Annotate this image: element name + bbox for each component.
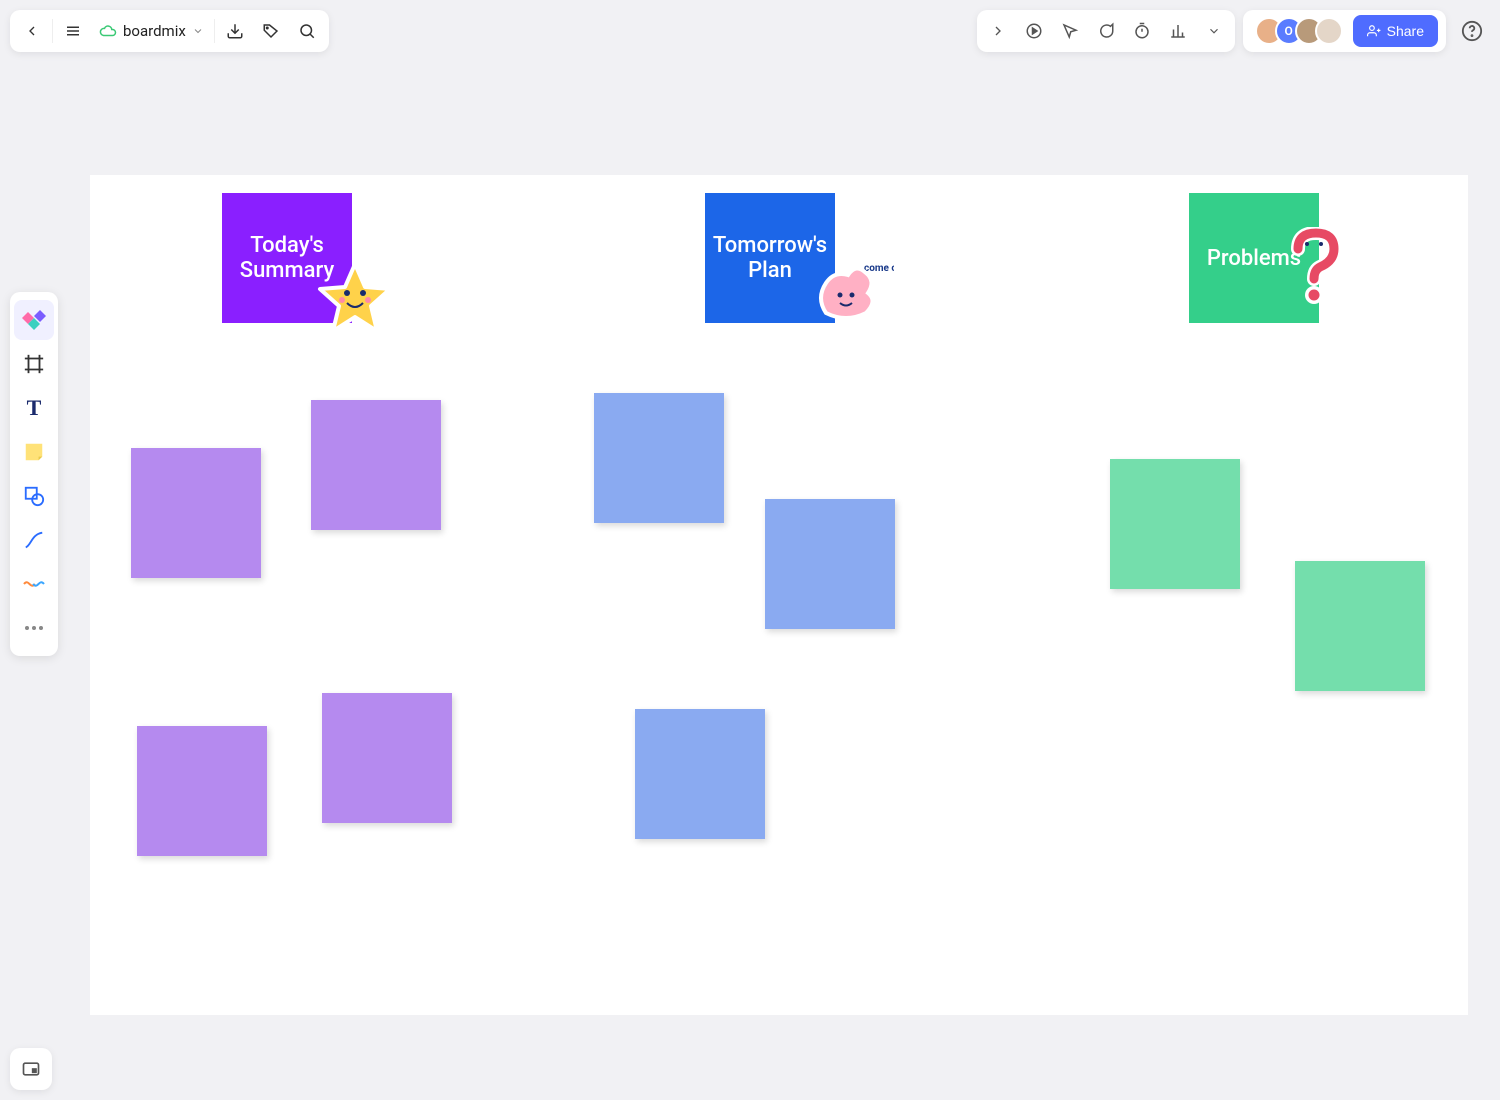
frame-tool[interactable]: [14, 344, 54, 384]
comment-button[interactable]: [1091, 16, 1121, 46]
more-tools[interactable]: [14, 608, 54, 648]
tag-button[interactable]: [253, 13, 289, 49]
question-sticker[interactable]: [1286, 227, 1346, 311]
text-tool[interactable]: T: [14, 388, 54, 428]
brand-dropdown[interactable]: boardmix: [91, 13, 212, 49]
download-button[interactable]: [217, 13, 253, 49]
connector-tool[interactable]: [14, 564, 54, 604]
help-button[interactable]: [1454, 13, 1490, 49]
ai-tool[interactable]: [14, 300, 54, 340]
view-tools-group: [977, 10, 1235, 52]
sticker-text: come on: [864, 263, 894, 274]
share-button[interactable]: Share: [1353, 15, 1438, 47]
sticky-note[interactable]: [635, 709, 765, 839]
top-left-toolbar: boardmix: [10, 10, 329, 52]
chevron-down-icon: [192, 22, 204, 41]
sticky-note-tool[interactable]: [14, 432, 54, 472]
sticky-note[interactable]: [311, 400, 441, 530]
search-button[interactable]: [289, 13, 325, 49]
more-tools-button[interactable]: [1199, 16, 1229, 46]
sticky-note[interactable]: [137, 726, 267, 856]
separator: [52, 19, 53, 43]
expand-panel-button[interactable]: [983, 16, 1013, 46]
back-button[interactable]: [14, 13, 50, 49]
sticky-note[interactable]: [594, 393, 724, 523]
pointer-button[interactable]: [1055, 16, 1085, 46]
sticky-note[interactable]: [1295, 561, 1425, 691]
line-tool[interactable]: [14, 520, 54, 560]
canvas[interactable]: Today's Summary Tomorrow's Plan Problems…: [90, 175, 1468, 1015]
sticky-note[interactable]: [322, 693, 452, 823]
shape-tool[interactable]: [14, 476, 54, 516]
muscle-sticker[interactable]: come on: [806, 253, 894, 335]
sticky-note[interactable]: [1110, 459, 1240, 589]
sticky-note[interactable]: [765, 499, 895, 629]
timer-button[interactable]: [1127, 16, 1157, 46]
cloud-sync-icon: [99, 22, 117, 40]
star-sticker[interactable]: [315, 259, 395, 343]
avatar[interactable]: [1315, 17, 1343, 45]
share-label: Share: [1387, 23, 1424, 39]
minimap-toggle[interactable]: [10, 1048, 52, 1090]
avatar-stack[interactable]: O: [1255, 17, 1343, 45]
menu-button[interactable]: [55, 13, 91, 49]
brand-name: boardmix: [123, 22, 186, 40]
sticky-note[interactable]: [131, 448, 261, 578]
separator: [214, 19, 215, 43]
present-button[interactable]: [1019, 16, 1049, 46]
tool-sidebar: T: [10, 292, 58, 656]
top-right-toolbar: O Share: [977, 10, 1490, 52]
collab-group: O Share: [1243, 10, 1446, 52]
charts-button[interactable]: [1163, 16, 1193, 46]
